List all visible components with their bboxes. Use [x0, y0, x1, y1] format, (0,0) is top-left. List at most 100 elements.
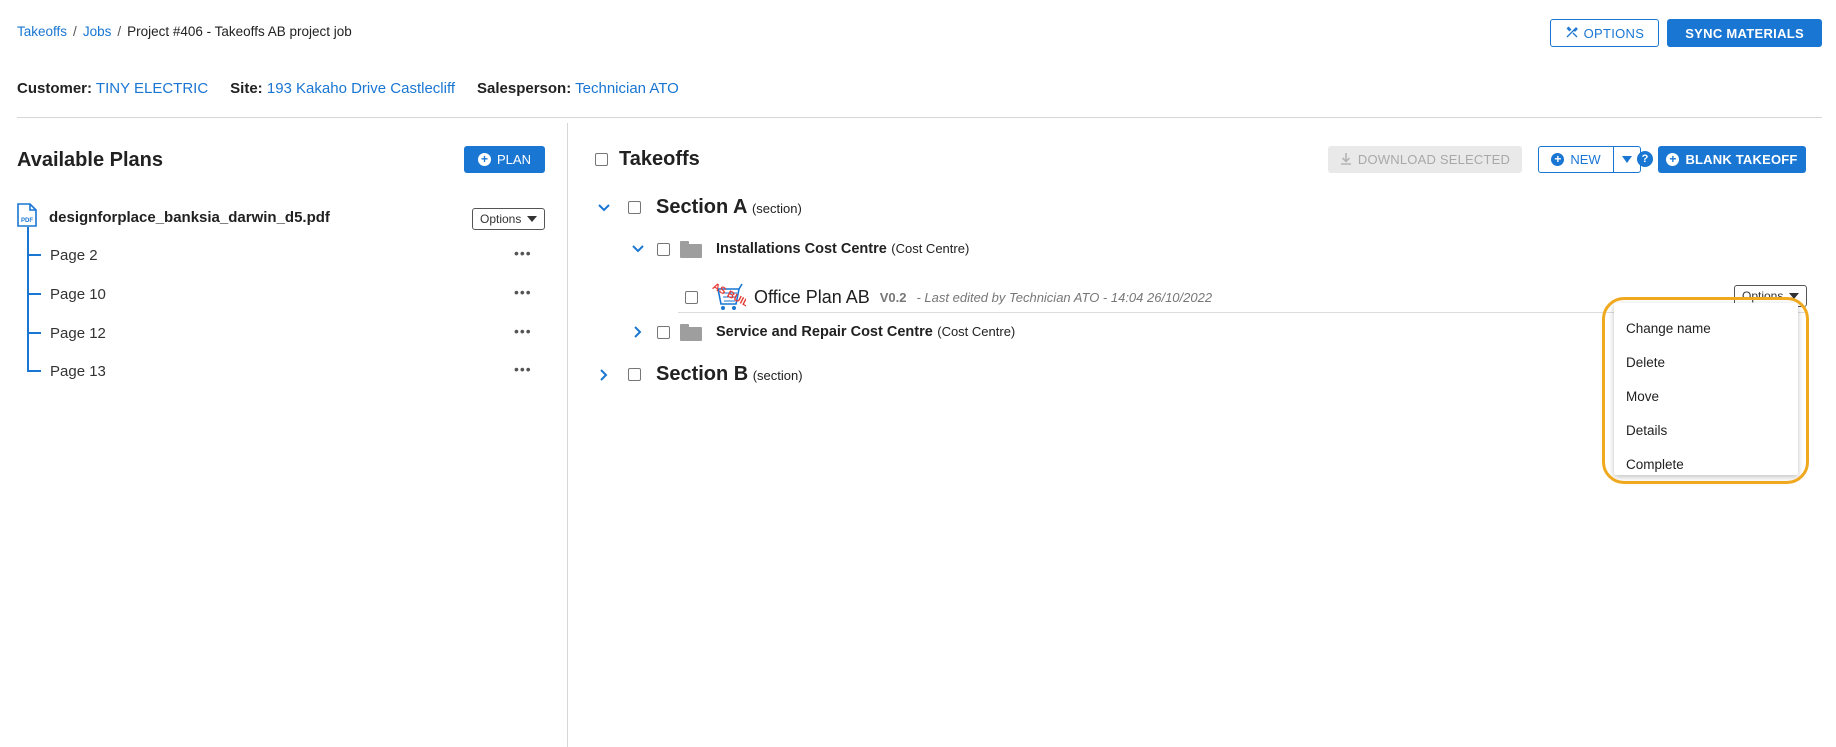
breadcrumb-separator: /: [73, 24, 77, 39]
cost-centre-checkbox[interactable]: [657, 325, 670, 339]
takeoff-options-label: Options: [1742, 289, 1784, 303]
plan-file-name: designforplace_banksia_darwin_d5.pdf: [49, 209, 330, 226]
cost-centre-name-group: Installations Cost Centre (Cost Centre): [716, 240, 969, 258]
download-icon: [1340, 152, 1352, 168]
takeoff-row[interactable]: AS BUILT Office Plan AB V0.2 - Last edit…: [685, 281, 1213, 312]
sync-materials-button[interactable]: SYNC MATERIALS: [1667, 19, 1822, 47]
plan-page-label: Page 2: [50, 246, 98, 264]
breadcrumb: Takeoffs / Jobs / Project #406 - Takeoff…: [17, 24, 352, 39]
site-link[interactable]: 193 Kakaho Drive Castlecliff: [267, 80, 455, 97]
folder-icon: [680, 323, 702, 341]
caret-down-icon: [527, 216, 538, 222]
cost-centre-tag: (Cost Centre): [937, 324, 1016, 339]
plan-file-options-button[interactable]: Options: [472, 208, 546, 230]
salesperson-info: Salesperson: Technician ATO: [477, 80, 679, 97]
section-tag: (section): [751, 201, 802, 216]
add-plan-label: PLAN: [497, 152, 531, 167]
add-circle-icon: +: [1551, 153, 1565, 166]
plan-page-label: Page 12: [50, 324, 106, 342]
page-more-button[interactable]: •••: [514, 245, 532, 261]
breadcrumb-separator: /: [117, 24, 122, 39]
add-circle-icon: +: [478, 153, 492, 166]
section-row: Section A (section): [595, 196, 802, 219]
add-plan-button[interactable]: + PLAN: [464, 146, 545, 173]
site-label: Site:: [230, 80, 263, 97]
available-plans-title: Available Plans: [17, 149, 163, 171]
customer-info: Customer: TINY ELECTRIC: [17, 80, 208, 97]
pdf-icon-label: PDF: [21, 218, 33, 224]
cost-centre-tag: (Cost Centre): [891, 241, 970, 256]
blank-takeoff-label: BLANK TAKEOFF: [1685, 152, 1798, 167]
cost-centre-title: Installations Cost Centre: [716, 241, 887, 257]
menu-item-change-name[interactable]: Change name: [1614, 311, 1798, 345]
takeoffs-title: Takeoffs: [619, 148, 700, 170]
as-built-stamp-icon: AS BUILT: [706, 281, 755, 312]
tree-branch: [27, 370, 41, 372]
takeoff-version: V0.2: [879, 289, 907, 305]
download-selected-label: DOWNLOAD SELECTED: [1357, 152, 1511, 167]
top-actions: OPTIONS SYNC MATERIALS: [1549, 19, 1822, 47]
caret-down-icon: [1789, 293, 1800, 299]
cost-centre-title: Service and Repair Cost Centre: [716, 324, 933, 340]
job-info-row: Customer: TINY ELECTRIC Site: 193 Kakaho…: [17, 80, 679, 97]
options-button[interactable]: OPTIONS: [1549, 19, 1660, 47]
plan-page-label: Page 13: [50, 362, 106, 380]
plan-page-item[interactable]: Page 2: [27, 245, 98, 265]
breadcrumb-takeoffs-link[interactable]: Takeoffs: [17, 24, 67, 39]
site-info: Site: 193 Kakaho Drive Castlecliff: [230, 80, 455, 97]
takeoff-last-edited: - Last edited by Technician ATO - 14:04 …: [916, 289, 1213, 305]
section-row: Section B (section): [595, 363, 803, 386]
tree-branch: [27, 332, 41, 334]
cost-centre-row: Installations Cost Centre (Cost Centre): [629, 240, 969, 258]
cost-centre-name-group: Service and Repair Cost Centre (Cost Cen…: [716, 323, 1015, 341]
plan-page-label: Page 10: [50, 285, 106, 303]
options-button-label: OPTIONS: [1583, 25, 1645, 41]
new-takeoff-button[interactable]: + NEW: [1538, 146, 1613, 173]
section-checkbox[interactable]: [628, 368, 641, 381]
download-selected-button[interactable]: DOWNLOAD SELECTED: [1328, 146, 1522, 173]
page-more-button[interactable]: •••: [514, 323, 532, 339]
plan-page-item[interactable]: Page 10: [27, 284, 106, 304]
panel-divider: [567, 123, 568, 747]
plan-page-item[interactable]: Page 12: [27, 323, 106, 343]
menu-item-delete[interactable]: Delete: [1614, 345, 1798, 379]
chevron-right-icon[interactable]: [595, 366, 613, 384]
chevron-down-icon[interactable]: [629, 240, 647, 258]
section-title: Section B: [656, 363, 749, 385]
new-takeoff-label: NEW: [1570, 152, 1601, 167]
caret-down-icon: [1622, 156, 1632, 163]
customer-label: Customer:: [17, 80, 93, 97]
section-checkbox[interactable]: [628, 201, 641, 214]
sync-materials-label: SYNC MATERIALS: [1685, 25, 1804, 41]
header-divider: [17, 117, 1822, 118]
takeoff-checkbox[interactable]: [685, 290, 698, 304]
page-more-button[interactable]: •••: [514, 284, 532, 300]
menu-item-details[interactable]: Details: [1614, 413, 1798, 447]
salesperson-label: Salesperson:: [477, 80, 572, 97]
folder-icon: [680, 240, 702, 258]
takeoff-name: Office Plan AB: [754, 286, 870, 307]
section-name-group: Section A (section): [656, 196, 802, 219]
menu-item-move[interactable]: Move: [1614, 379, 1798, 413]
page-more-button[interactable]: •••: [514, 361, 532, 377]
tools-icon: [1565, 25, 1579, 42]
menu-item-complete[interactable]: Complete: [1614, 447, 1798, 481]
blank-takeoff-button[interactable]: + BLANK TAKEOFF: [1658, 146, 1806, 173]
cost-centre-row: Service and Repair Cost Centre (Cost Cen…: [629, 323, 1015, 341]
select-all-checkbox[interactable]: [595, 153, 608, 166]
help-icon[interactable]: ?: [1637, 151, 1653, 167]
plan-page-item[interactable]: Page 13: [27, 361, 106, 381]
tree-branch: [27, 293, 41, 295]
salesperson-link[interactable]: Technician ATO: [575, 80, 679, 97]
chevron-down-icon[interactable]: [595, 199, 613, 217]
new-takeoff-split-button: + NEW: [1538, 146, 1641, 173]
section-tag: (section): [752, 368, 803, 383]
plan-file-row[interactable]: PDF designforplace_banksia_darwin_d5.pdf: [17, 203, 330, 232]
section-name-group: Section B (section): [656, 363, 803, 386]
breadcrumb-jobs-link[interactable]: Jobs: [83, 24, 112, 39]
tree-branch: [27, 254, 41, 256]
breadcrumb-current-project: Project #406 - Takeoffs AB project job: [127, 24, 352, 39]
customer-link[interactable]: TINY ELECTRIC: [96, 80, 208, 97]
chevron-right-icon[interactable]: [629, 323, 647, 341]
cost-centre-checkbox[interactable]: [657, 242, 670, 256]
